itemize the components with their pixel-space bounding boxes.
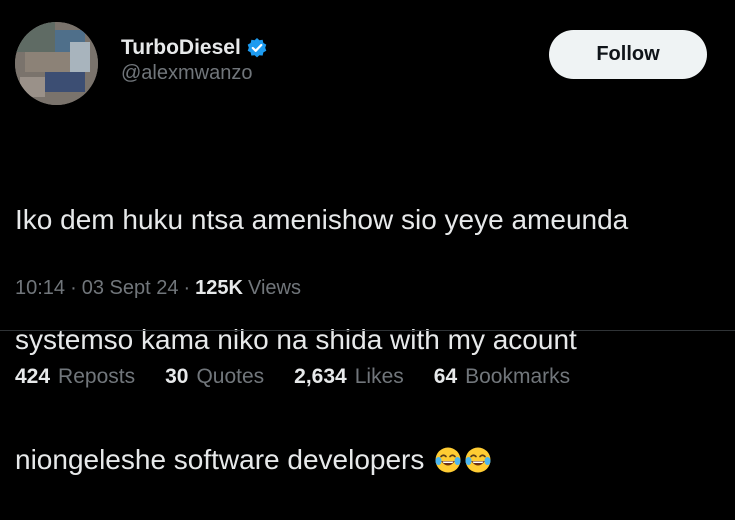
bookmarks-label: Bookmarks xyxy=(465,365,571,388)
reposts-count: 424 xyxy=(15,365,51,388)
likes-stat[interactable]: 2,634 Likes xyxy=(294,365,404,389)
follow-button[interactable]: Follow xyxy=(549,30,707,79)
tweet-line-1: Iko dem huku ntsa amenishow sio yeye ame… xyxy=(15,204,629,235)
engagement-stats: 424 Reposts 30 Quotes 2,634 Likes 64 Boo… xyxy=(15,362,570,392)
quotes-count: 30 xyxy=(165,365,189,388)
bookmarks-stat[interactable]: 64 Bookmarks xyxy=(434,365,570,389)
quotes-label: Quotes xyxy=(196,365,265,388)
face-with-tears-of-joy-icon xyxy=(434,445,462,473)
author-display-name[interactable]: TurboDiesel xyxy=(121,36,241,60)
views-label: Views xyxy=(247,276,301,299)
face-with-tears-of-joy-icon xyxy=(464,445,492,473)
author-handle[interactable]: @alexmwanzo xyxy=(121,62,252,85)
avatar-photo xyxy=(15,22,98,105)
avatar[interactable] xyxy=(15,22,98,105)
meta-separator: · xyxy=(183,276,191,299)
likes-label: Likes xyxy=(354,365,404,388)
likes-count: 2,634 xyxy=(294,365,347,388)
meta-separator: · xyxy=(70,276,77,299)
reposts-label: Reposts xyxy=(58,365,136,388)
views-count: 125K xyxy=(195,276,243,299)
tweet-line-3: niongeleshe software developers xyxy=(15,440,720,480)
tweet-line-3-text: niongeleshe software developers xyxy=(15,444,425,475)
tweet-time[interactable]: 10:14 xyxy=(15,277,65,300)
author-name-row: TurboDiesel xyxy=(121,34,268,62)
quotes-stat[interactable]: 30 Quotes xyxy=(165,365,264,389)
verified-badge-icon xyxy=(246,37,268,59)
divider xyxy=(0,330,735,331)
tweet-date[interactable]: 03 Sept 24 xyxy=(82,277,179,300)
tweet-line-2: systemso kama niko na shida with my acou… xyxy=(15,324,577,355)
tweet-text: Iko dem huku ntsa amenishow sio yeye ame… xyxy=(15,120,720,520)
reposts-stat[interactable]: 424 Reposts xyxy=(15,365,135,389)
bookmarks-count: 64 xyxy=(433,365,458,388)
tweet-meta: 10:14 · 03 Sept 24 · 125K Views xyxy=(15,274,301,302)
